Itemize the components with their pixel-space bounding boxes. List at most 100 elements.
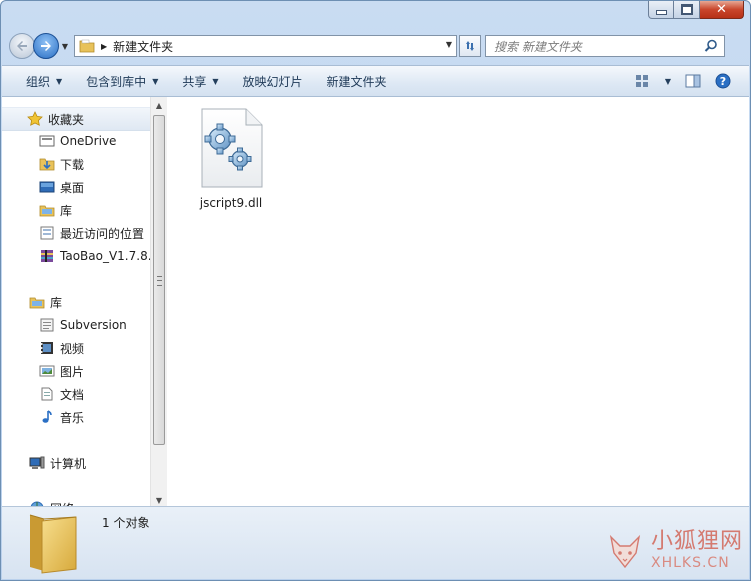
address-path[interactable]: 新建文件夹 <box>113 38 173 55</box>
share-label: 共享 <box>182 74 207 89</box>
nav-label: 收藏夹 <box>48 112 85 127</box>
command-bar: 组织 ▼ 包含到库中 ▼ 共享 ▼ 放映幻灯片 新建文件夹 ▼ ? <box>2 65 749 97</box>
chevron-down-icon: ▼ <box>664 76 671 86</box>
watermark: 小狐狸网 XHLKS.CN <box>605 531 743 571</box>
svg-text:?: ? <box>720 75 726 88</box>
nav-item-library-favorite[interactable]: 库 <box>38 199 72 221</box>
library-icon <box>38 202 56 218</box>
include-in-library-menu[interactable]: 包含到库中 ▼ <box>74 69 170 93</box>
breadcrumb-chevron-icon[interactable]: ▶ <box>101 42 107 51</box>
include-library-label: 包含到库中 <box>86 74 147 89</box>
caption-buttons: ✕ <box>648 1 744 19</box>
nav-label: OneDrive <box>60 134 117 148</box>
nav-item-videos[interactable]: 视频 <box>38 337 84 359</box>
nav-label: 计算机 <box>50 456 87 471</box>
nav-item-computer[interactable]: 计算机 <box>28 452 86 474</box>
nav-item-documents[interactable]: 文档 <box>38 383 84 405</box>
library-icon <box>28 294 46 310</box>
refresh-icon <box>466 41 474 51</box>
downloads-folder-icon <box>38 156 56 172</box>
nav-item-subversion[interactable]: Subversion <box>38 314 127 336</box>
scroll-up-icon[interactable]: ▲ <box>151 97 167 113</box>
close-button[interactable]: ✕ <box>700 1 744 19</box>
new-folder-label: 新建文件夹 <box>326 74 387 89</box>
nav-label: 库 <box>60 203 73 218</box>
nav-label: 文档 <box>60 387 85 402</box>
subversion-library-icon <box>38 317 56 333</box>
fox-logo-icon <box>609 534 641 569</box>
preview-pane-icon <box>685 74 701 88</box>
close-icon: ✕ <box>716 2 727 17</box>
star-icon <box>26 111 44 127</box>
nav-label: 下载 <box>60 157 85 172</box>
preview-pane-button[interactable] <box>685 74 701 88</box>
document-icon <box>38 386 56 402</box>
search-icon[interactable] <box>704 39 718 53</box>
forward-button[interactable] <box>33 33 59 59</box>
minimize-button[interactable] <box>648 1 674 19</box>
nav-item-favorites[interactable]: 收藏夹 <box>2 107 150 131</box>
search-box[interactable] <box>485 35 725 57</box>
item-count: 1 个对象 <box>102 516 150 530</box>
desktop-icon <box>38 179 56 195</box>
nav-scrollbar[interactable]: ▲ ▼ <box>150 97 167 508</box>
onedrive-icon <box>38 133 56 149</box>
address-bar[interactable]: ▶ 新建文件夹 ▼ <box>74 35 457 57</box>
organize-label: 组织 <box>26 74 51 89</box>
navigation-pane: 收藏夹 OneDrive 下载 桌面 库 最近访问的位置 TaoBao_V1.7… <box>2 97 150 508</box>
help-icon: ? <box>715 73 731 89</box>
video-icon <box>38 340 56 356</box>
nav-label: 最近访问的位置 <box>60 226 145 241</box>
nav-label: Subversion <box>60 318 127 332</box>
maximize-icon <box>680 4 693 15</box>
winrar-archive-icon <box>38 248 56 264</box>
new-folder-button[interactable]: 新建文件夹 <box>315 69 399 93</box>
nav-item-libraries[interactable]: 库 <box>28 291 62 313</box>
explorer-window: ✕ ▼ ▶ 新建文件夹 ▼ 搜索 新建文件夹 组织 ▼ 包含到库中 ▼ 共享 ▼… <box>0 0 751 581</box>
nav-item-pictures[interactable]: 图片 <box>38 360 84 382</box>
details-pane: 1 个对象 小狐狸网 XHLKS.CN <box>2 506 749 579</box>
scroll-thumb[interactable] <box>153 115 165 445</box>
share-menu[interactable]: 共享 ▼ <box>170 69 230 93</box>
slideshow-label: 放映幻灯片 <box>242 74 303 89</box>
nav-item-downloads[interactable]: 下载 <box>38 153 84 175</box>
nav-label: 视频 <box>60 341 85 356</box>
slideshow-button[interactable]: 放映幻灯片 <box>231 69 315 93</box>
nav-label: 库 <box>50 295 63 310</box>
view-grid-icon <box>635 75 648 87</box>
view-options-dropdown[interactable]: ▼ <box>665 77 671 86</box>
music-note-icon <box>38 409 56 425</box>
content-area: 收藏夹 OneDrive 下载 桌面 库 最近访问的位置 TaoBao_V1.7… <box>2 97 749 508</box>
organize-menu[interactable]: 组织 ▼ <box>2 69 74 93</box>
dll-gear-icon <box>201 108 263 188</box>
nav-item-desktop[interactable]: 桌面 <box>38 176 84 198</box>
address-row: ▼ ▶ 新建文件夹 ▼ <box>9 31 742 61</box>
arrow-left-icon <box>17 41 27 51</box>
maximize-button[interactable] <box>674 1 700 19</box>
arrow-right-icon <box>41 41 51 51</box>
nav-item-music[interactable]: 音乐 <box>38 406 84 428</box>
search-input[interactable] <box>492 37 696 57</box>
help-button[interactable]: ? <box>715 73 731 89</box>
watermark-en: XHLKS.CN <box>650 555 730 571</box>
nav-label: TaoBao_V1.7.8. <box>60 249 150 263</box>
nav-item-onedrive[interactable]: OneDrive <box>38 130 116 152</box>
nav-item-taobao[interactable]: TaoBao_V1.7.8. <box>38 245 150 267</box>
recent-places-icon <box>38 225 56 241</box>
chevron-down-icon: ▼ <box>56 76 63 86</box>
nav-label: 图片 <box>60 364 85 379</box>
recent-pages-dropdown[interactable]: ▼ <box>60 42 70 51</box>
grip-icon <box>157 276 162 286</box>
back-button[interactable] <box>9 33 35 59</box>
address-dropdown-icon[interactable]: ▼ <box>446 40 452 49</box>
file-name: jscript9.dll <box>199 196 263 210</box>
nav-label: 音乐 <box>60 410 85 425</box>
refresh-button[interactable] <box>459 35 481 57</box>
folder-large-icon <box>29 514 77 574</box>
file-item[interactable]: jscript9.dll <box>188 107 274 210</box>
chevron-down-icon: ▼ <box>152 76 159 86</box>
nav-item-recent-places[interactable]: 最近访问的位置 <box>38 222 144 244</box>
nav-label: 桌面 <box>60 180 85 195</box>
change-view-button[interactable] <box>635 74 651 88</box>
watermark-cn: 小狐狸网 <box>650 529 743 554</box>
